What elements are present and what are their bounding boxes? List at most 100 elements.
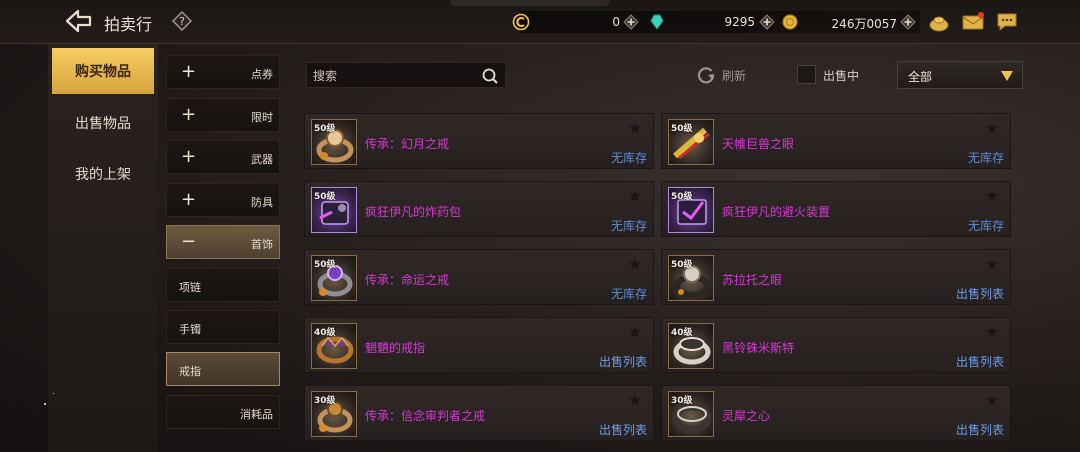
item-level: 30级 (314, 396, 336, 406)
sparkle-decoration (44, 403, 46, 405)
item-listing-status[interactable]: 出售列表 (956, 353, 1004, 370)
favorite-star-icon[interactable] (629, 394, 641, 406)
item-card[interactable]: 30级 传承：信念审判者之戒 出售列表 (304, 385, 654, 441)
subcategory-label: 点券 (251, 68, 273, 81)
on-sale-label[interactable]: 出售中 (823, 67, 859, 84)
tab-buy[interactable]: 购买物品 (52, 48, 154, 94)
item-stock-status: 无库存 (610, 151, 647, 165)
subcategory-ring[interactable]: 戒指 (166, 352, 280, 386)
back-arrow-icon[interactable] (64, 8, 94, 34)
tab-sell[interactable]: 出售物品 (52, 100, 154, 146)
crystal-icon (650, 14, 664, 30)
help-icon[interactable]: ? (172, 11, 192, 31)
item-listing-status[interactable]: 出售列表 (956, 285, 1004, 302)
item-card[interactable]: 50级 苏拉托之眼 出售列表 (661, 249, 1011, 305)
item-thumbnail: 30级 (668, 391, 714, 437)
item-listing-status[interactable]: 出售列表 (599, 353, 647, 370)
favorite-star-icon[interactable] (986, 258, 998, 270)
item-name: 传承：命运之戒 (365, 273, 450, 287)
item-thumbnail: 40级 (668, 323, 714, 369)
currency-value-2: 9295 (724, 15, 755, 29)
gold-bag-icon[interactable] (928, 12, 950, 32)
expand-icon: + (181, 61, 197, 82)
item-thumbnail: 30级 (311, 391, 357, 437)
chat-icon[interactable] (996, 12, 1018, 32)
item-thumbnail: 40级 (311, 323, 357, 369)
item-stock-status: 无库存 (967, 151, 1004, 165)
subcategory-necklace[interactable]: 项链 (166, 268, 280, 302)
favorite-star-icon[interactable] (629, 258, 641, 270)
dropdown-arrow-icon (1001, 71, 1013, 81)
subcategory-consumables[interactable]: 消耗品 (166, 395, 280, 429)
item-stock-status: 无库存 (610, 219, 647, 233)
item-card[interactable]: 50级 传承：命运之戒 无库存 (304, 249, 654, 305)
item-thumbnail: 50级 (668, 187, 714, 233)
add-currency-icon[interactable] (623, 14, 639, 30)
search-input[interactable] (313, 67, 473, 85)
search-box (306, 62, 506, 88)
favorite-star-icon[interactable] (629, 122, 641, 134)
refresh-label[interactable]: 刷新 (722, 67, 746, 84)
subcategory-label: 防具 (251, 196, 273, 209)
subcategory-limited[interactable]: + 限时 (166, 98, 280, 132)
item-thumbnail: 50级 (311, 119, 357, 165)
gold-coin-icon (782, 14, 798, 30)
subcategory-bracelet[interactable]: 手镯 (166, 310, 280, 344)
item-name: 魍魉的戒指 (365, 341, 426, 355)
subcategory-label: 消耗品 (240, 408, 273, 421)
item-card[interactable]: 40级 魍魉的戒指 出售列表 (304, 317, 654, 373)
on-sale-checkbox[interactable] (797, 65, 816, 84)
item-thumbnail: 50级 (668, 255, 714, 301)
item-thumbnail: 50级 (311, 255, 357, 301)
filter-dropdown[interactable]: 全部 (897, 61, 1023, 89)
c-coin-icon (512, 13, 530, 31)
expand-icon: + (181, 104, 197, 125)
subcategory-accessories[interactable]: − 首饰 (166, 225, 280, 259)
search-icon[interactable] (481, 67, 499, 85)
refresh-icon[interactable] (696, 65, 716, 85)
favorite-star-icon[interactable] (986, 394, 998, 406)
item-level: 50级 (314, 124, 336, 134)
favorite-star-icon[interactable] (629, 190, 641, 202)
add-crystal-icon[interactable] (759, 14, 775, 30)
subcategory-armor[interactable]: + 防具 (166, 183, 280, 217)
tab-my-listings[interactable]: 我的上架 (52, 151, 154, 197)
item-level: 30级 (671, 396, 693, 406)
favorite-star-icon[interactable] (986, 190, 998, 202)
favorite-star-icon[interactable] (986, 326, 998, 338)
subcategory-vouchers[interactable]: + 点券 (166, 55, 280, 89)
item-card[interactable]: 50级 传承：幻月之戒 无库存 (304, 113, 654, 169)
item-level: 50级 (671, 124, 693, 134)
item-card[interactable]: 50级 天帷巨兽之眼 无库存 (661, 113, 1011, 169)
item-listing-status[interactable]: 出售列表 (599, 421, 647, 438)
item-name: 灵犀之心 (722, 409, 771, 423)
item-listing-status[interactable]: 出售列表 (956, 421, 1004, 438)
item-card[interactable]: 50级 疯狂伊凡的炸药包 无库存 (304, 181, 654, 237)
item-grid: 50级 传承：幻月之戒 无库存 50级 天帷巨兽之眼 无库存 50级 疯狂伊凡的… (300, 108, 1020, 452)
item-name: 苏拉托之眼 (722, 273, 783, 287)
item-name: 传承：幻月之戒 (365, 137, 450, 151)
item-level: 50级 (314, 260, 336, 270)
item-level: 50级 (671, 260, 693, 270)
subcategory-label: 戒指 (179, 365, 201, 378)
item-card[interactable]: 30级 灵犀之心 出售列表 (661, 385, 1011, 441)
mail-icon[interactable] (962, 12, 984, 32)
subcategory-label: 武器 (251, 153, 273, 166)
subcategory-label: 项链 (179, 281, 201, 294)
item-name: 传承：信念审判者之戒 (365, 409, 486, 423)
subcategory-weapons[interactable]: + 武器 (166, 140, 280, 174)
add-gold-icon[interactable] (900, 14, 916, 30)
top-tab-edge (450, 0, 610, 6)
item-thumbnail: 50级 (668, 119, 714, 165)
expand-icon: + (181, 146, 197, 167)
item-name: 疯狂伊凡的避火装置 (722, 205, 831, 219)
item-card[interactable]: 40级 黑铃铢米斯特 出售列表 (661, 317, 1011, 373)
favorite-star-icon[interactable] (986, 122, 998, 134)
subcategory-label: 手镯 (179, 323, 201, 336)
item-level: 40级 (314, 328, 336, 338)
item-name: 疯狂伊凡的炸药包 (365, 205, 462, 219)
item-card[interactable]: 50级 疯狂伊凡的避火装置 无库存 (661, 181, 1011, 237)
favorite-star-icon[interactable] (629, 326, 641, 338)
filter-value: 全部 (908, 70, 933, 84)
currency-value-3: 246万0057 (831, 17, 897, 31)
